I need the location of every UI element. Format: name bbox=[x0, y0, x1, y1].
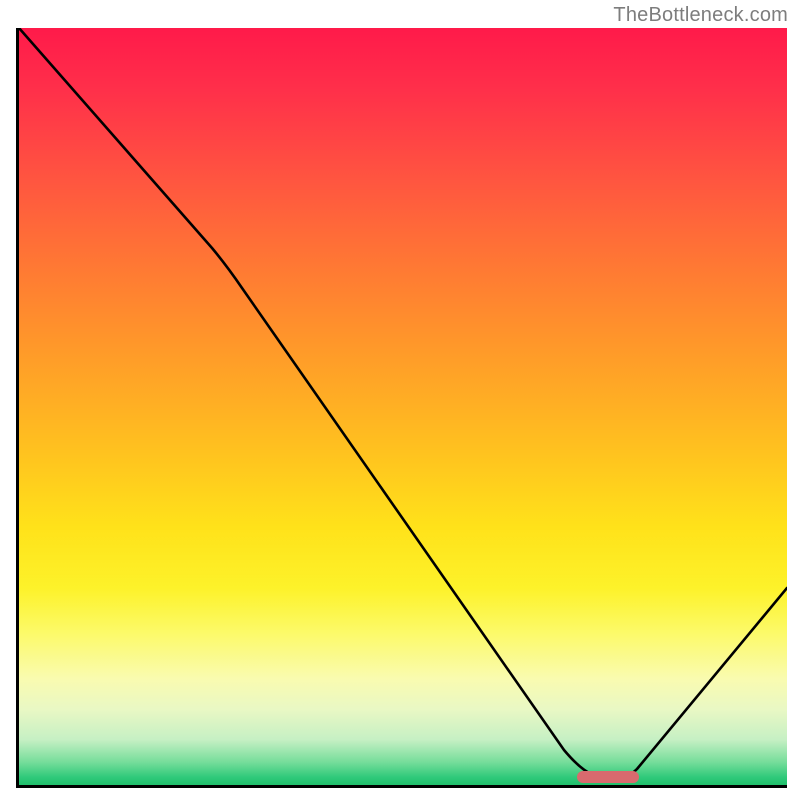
bottleneck-curve bbox=[19, 28, 787, 785]
watermark-text: TheBottleneck.com bbox=[613, 4, 788, 27]
sweet-spot-marker bbox=[577, 771, 639, 783]
bottleneck-chart: TheBottleneck.com bbox=[0, 0, 800, 800]
plot-area bbox=[16, 28, 787, 788]
